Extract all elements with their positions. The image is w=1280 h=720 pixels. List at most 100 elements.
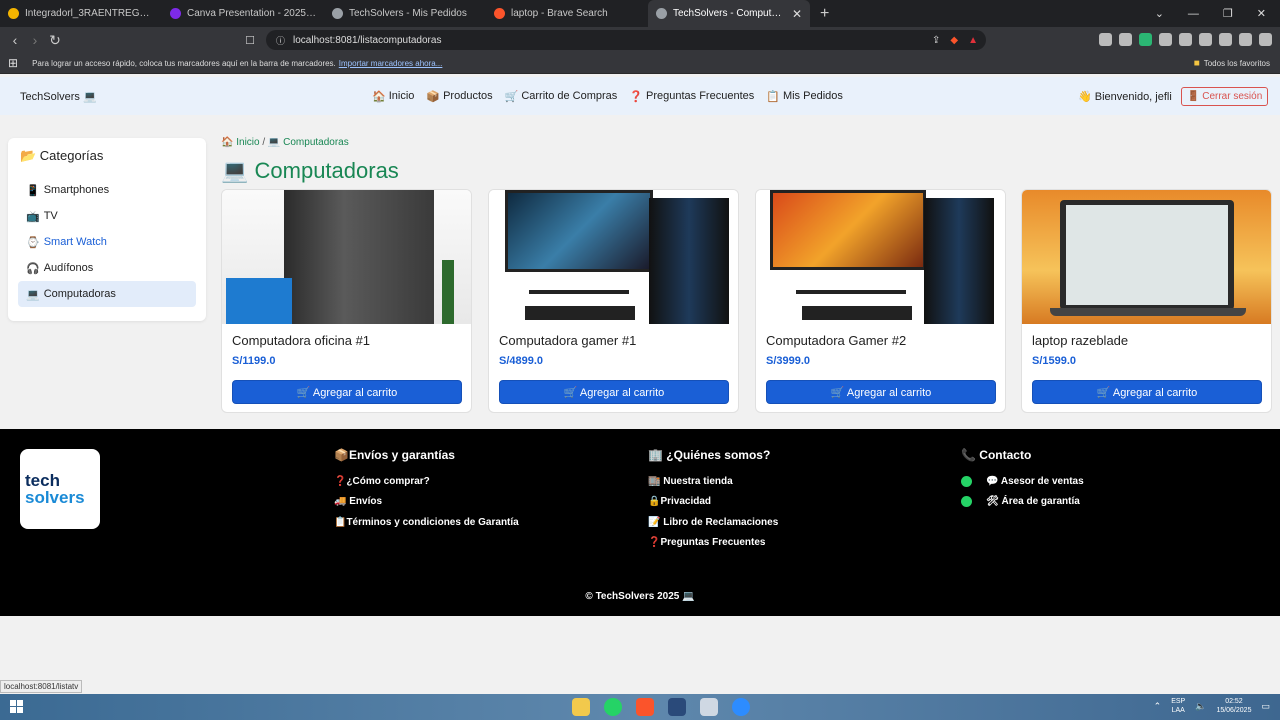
all-bookmarks-button[interactable]: ■ Todos los favoritos [1194, 58, 1270, 69]
brave-rewards-icon[interactable]: ▲ [968, 35, 978, 46]
taskbar-apps [572, 698, 750, 716]
breadcrumb-home[interactable]: 🏠 Inicio [221, 137, 260, 148]
app-icon[interactable] [700, 698, 718, 716]
add-to-cart-button[interactable]: 🛒 Agregar al carrito [499, 380, 729, 404]
tab-title: laptop - Brave Search [511, 8, 608, 19]
vscode-icon[interactable] [668, 698, 686, 716]
browser-tab[interactable]: Canva Presentation - 2025-06-10 10: [162, 0, 324, 27]
leo-icon[interactable] [1219, 33, 1232, 46]
reload-icon[interactable]: ↻ [45, 32, 65, 49]
address-bar[interactable]: ⓘ localhost:8081/listacomputadoras ⇪ ◆ ▲ [266, 30, 986, 50]
browser-tab[interactable]: Integradorl_3RAENTREGA - Google D [0, 0, 162, 27]
browser-tab-active[interactable]: TechSolvers - Computadoras ✕ [648, 0, 810, 27]
category-audifonos[interactable]: 🎧 Audífonos [18, 255, 196, 281]
footer-link-terminos[interactable]: 📋Términos y condiciones de Garantía [334, 512, 519, 533]
add-to-cart-button[interactable]: 🛒 Agregar al carrito [232, 380, 462, 404]
footer-link-tienda[interactable]: 🏬 Nuestra tienda [648, 471, 778, 492]
categories-title: 📂 Categorías [20, 148, 104, 163]
menu-icon[interactable] [1259, 33, 1272, 46]
tab-search-icon[interactable]: ⌄ [1155, 7, 1164, 20]
lang-line-1: ESP [1171, 698, 1186, 705]
footer-link-reclamaciones[interactable]: 📝 Libro de Reclamaciones [648, 512, 778, 533]
brave-browser-icon[interactable] [636, 698, 654, 716]
clock-date: 15/06/2025 [1216, 707, 1252, 714]
category-smartphones[interactable]: 📱 Smartphones [18, 177, 196, 203]
product-price: S/1199.0 [232, 355, 276, 367]
extension-icon[interactable] [1139, 33, 1152, 46]
product-name: laptop razeblade [1032, 333, 1129, 348]
extension-icon[interactable] [1159, 33, 1172, 46]
footer-link-faq[interactable]: ❓Preguntas Frecuentes [648, 533, 778, 554]
notifications-icon[interactable]: ▭ [1261, 701, 1270, 712]
tray-chevron-icon[interactable]: ⌃ [1154, 701, 1162, 712]
breadcrumb-current: 💻 Computadoras [267, 137, 349, 148]
tab-title: Canva Presentation - 2025-06-10 10: [187, 8, 316, 19]
clipboard-icon: 📋 [766, 90, 780, 103]
browser-tab[interactable]: laptop - Brave Search [486, 0, 648, 27]
minimize-icon[interactable]: — [1188, 8, 1199, 20]
footer-link-garantia[interactable]: 🛠 Área de garantía [961, 492, 1084, 513]
forward-icon[interactable]: › [25, 32, 45, 48]
system-tray: ⌃ ESP LAA 🔈 02:52 15/06/2025 ▭ [1154, 697, 1270, 715]
browser-tab[interactable]: TechSolvers - Mis Pedidos [324, 0, 486, 27]
maximize-icon[interactable]: ❐ [1223, 7, 1233, 20]
breadcrumb: 🏠 Inicio / 💻 Computadoras [221, 137, 349, 148]
nav-item-productos[interactable]: 📦 Productos [426, 90, 492, 103]
new-tab-icon[interactable]: + [820, 5, 829, 23]
apps-grid-icon[interactable]: ⊞ [8, 56, 18, 70]
footer-about-column: 🏢 ¿Quiénes somos? 🏬 Nuestra tienda 🔒Priv… [648, 448, 778, 553]
footer-link-asesor[interactable]: 💬 Asesor de ventas [961, 471, 1084, 492]
language-indicator[interactable]: ESP LAA [1171, 697, 1185, 715]
volume-icon[interactable]: 🔈 [1195, 701, 1206, 712]
tab-favicon-icon [332, 8, 343, 19]
category-smart-watch[interactable]: ⌚ Smart Watch [18, 229, 196, 255]
share-icon[interactable]: ⇪ [932, 35, 940, 46]
clock[interactable]: 02:52 15/06/2025 [1216, 697, 1251, 715]
nav-item-carrito[interactable]: 🛒 Carrito de Compras [505, 90, 618, 103]
nav-item-pedidos[interactable]: 📋 Mis Pedidos [766, 90, 843, 103]
logout-button[interactable]: 🚪 Cerrar sesión [1181, 87, 1269, 106]
site-info-icon[interactable]: ⓘ [276, 34, 285, 47]
close-tab-icon[interactable]: ✕ [792, 7, 802, 21]
footer-contact-column: 📞 Contacto 💬 Asesor de ventas 🛠 Área de … [961, 448, 1084, 512]
category-tv[interactable]: 📺 TV [18, 203, 196, 229]
extension-icon[interactable] [1099, 33, 1112, 46]
footer-link-como-comprar[interactable]: ❓¿Cómo comprar? [334, 471, 519, 492]
window-controls: ⌄ — ❐ ✕ [1155, 0, 1280, 27]
close-window-icon[interactable]: ✕ [1257, 7, 1266, 20]
category-computadoras[interactable]: 💻 Computadoras [18, 281, 196, 307]
add-to-cart-button[interactable]: 🛒 Agregar al carrito [766, 380, 996, 404]
clock-time: 02:52 [1225, 698, 1243, 705]
whatsapp-taskbar-icon[interactable] [604, 698, 622, 716]
nav-item-faq[interactable]: ❓ Preguntas Frecuentes [629, 90, 754, 103]
logo-line-1: tech [25, 471, 60, 490]
tab-favicon-icon [170, 8, 181, 19]
brave-shields-icon[interactable]: ◆ [950, 35, 958, 46]
nav-item-inicio[interactable]: 🏠 Inicio [372, 90, 414, 103]
product-image [1022, 190, 1271, 324]
bookmark-icon[interactable]: ☐ [240, 34, 260, 47]
extension-icon[interactable] [1119, 33, 1132, 46]
brand-link[interactable]: TechSolvers 💻 [20, 90, 97, 103]
headphones-icon: 🎧 [26, 262, 40, 275]
wallet-icon[interactable] [1199, 33, 1212, 46]
welcome-text: 👋 Bienvenido, jefli [1078, 90, 1172, 103]
product-card: Computadora gamer #1 S/4899.0 🛒 Agregar … [488, 189, 739, 413]
footer-link-envios[interactable]: 🚚 Envíos [334, 492, 519, 513]
techsolvers-logo[interactable]: tech solvers [20, 449, 100, 529]
windows-start-icon[interactable] [10, 700, 23, 713]
zoom-icon[interactable] [732, 698, 750, 716]
back-icon[interactable]: ‹ [5, 32, 25, 48]
whatsapp-icon [961, 496, 972, 508]
folder-icon: ■ [1193, 57, 1200, 69]
vpn-icon[interactable] [1239, 33, 1252, 46]
footer-shipping-column: 📦Envíos y garantías ❓¿Cómo comprar? 🚚 En… [334, 448, 519, 533]
product-name: Computadora oficina #1 [232, 333, 371, 348]
sidebar-icon[interactable] [1179, 33, 1192, 46]
footer-link-privacidad[interactable]: 🔒Privacidad [648, 492, 778, 513]
add-to-cart-button[interactable]: 🛒 Agregar al carrito [1032, 380, 1262, 404]
file-explorer-icon[interactable] [572, 698, 590, 716]
product-name: Computadora gamer #1 [499, 333, 637, 348]
import-bookmarks-link[interactable]: Importar marcadores ahora... [339, 59, 443, 68]
tab-title: TechSolvers - Mis Pedidos [349, 8, 467, 19]
